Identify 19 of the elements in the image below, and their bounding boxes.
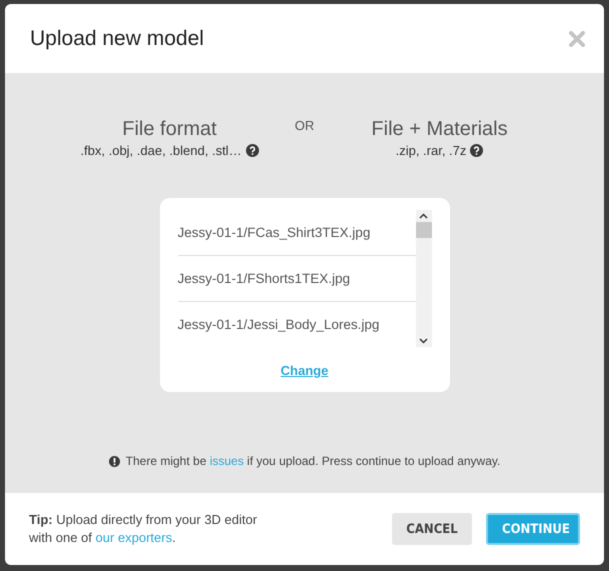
help-icon[interactable] [246,144,259,157]
scroll-down-icon[interactable] [419,338,428,344]
tip-text: Tip: Upload directly from your 3D editor with one of our exporters. [29,511,258,547]
warning-icon [108,456,120,466]
warning-message: There might be issues if you upload. Press continue to upload anyway. [126,454,500,468]
dialog-title: Upload new model [30,26,204,50]
file-name[interactable]: Jessy-01-1/FShorts1TEX.jpg [178,271,350,286]
option-title: File + Materials [371,118,508,141]
scrollbar[interactable] [416,210,432,347]
format-list: .zip, .rar, .7z [396,143,466,158]
option-title: File format [122,118,217,141]
file-name[interactable]: Jessy-01-1/Jessi_Body_Lores.jpg [178,317,380,332]
format-list: .fbx, .obj, .dae, .blend, .stl… [80,143,242,158]
scroll-up-icon[interactable] [419,213,428,219]
or-separator: OR [294,118,316,133]
file-name[interactable]: Jessy-01-1/FCas_Shirt3TEX.jpg [178,225,370,240]
scrollbar-thumb[interactable] [416,222,432,238]
cancel-button[interactable]: CANCEL [392,513,472,545]
help-icon[interactable] [470,144,484,157]
